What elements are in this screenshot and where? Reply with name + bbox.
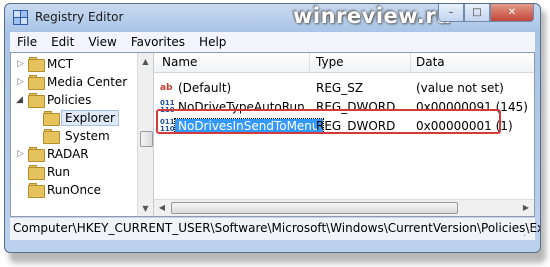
tree-item-media-center[interactable]: ▷ Media Center [11, 74, 137, 92]
tree-item-label: RADAR [47, 147, 89, 161]
client-area: ▷ MCT ▷ Media Center ◢ Policies Explorer… [10, 52, 535, 217]
resize-grip-icon[interactable]: ⋰ [523, 227, 533, 238]
string-value-icon: ab [160, 83, 173, 93]
open-folder-icon [28, 93, 45, 108]
value-name: (Default) [178, 81, 232, 95]
values-list: Name Type Data ab (Default) REG_SZ (valu… [154, 53, 534, 216]
menu-view[interactable]: View [81, 35, 123, 49]
folder-icon [28, 183, 45, 198]
menu-favorites[interactable]: Favorites [124, 35, 192, 49]
value-type: REG_SZ [316, 81, 364, 95]
menu-edit[interactable]: Edit [44, 35, 81, 49]
tree-item-policies[interactable]: ◢ Policies [11, 92, 137, 110]
value-data: (value not set) [416, 81, 504, 95]
tree-item-system[interactable]: System [11, 128, 137, 146]
registry-editor-window: Registry Editor winreview.ru – □ ✕ File … [4, 3, 541, 253]
expand-arrow-icon[interactable]: ▷ [17, 149, 24, 159]
registry-tree: ▷ MCT ▷ Media Center ◢ Policies Explorer… [11, 53, 154, 216]
tree-item-label: System [65, 129, 110, 143]
maximize-button[interactable]: □ [464, 4, 490, 22]
values-horizontal-scrollbar[interactable]: ◀ ▶ [154, 199, 534, 216]
status-bar: Computer\HKEY_CURRENT_USER\Software\Micr… [10, 217, 540, 240]
menu-help[interactable]: Help [192, 35, 233, 49]
tree-item-radar[interactable]: ▷ RADAR [11, 146, 137, 164]
value-row-default[interactable]: ab (Default) REG_SZ (value not set) [154, 79, 534, 98]
minimize-button[interactable]: – [438, 4, 464, 22]
highlight-box [156, 109, 501, 134]
scroll-thumb[interactable] [140, 131, 153, 147]
tree-item-label: MCT [47, 57, 74, 71]
window-controls: – □ ✕ [438, 4, 534, 24]
tree-item-label: Run [47, 165, 71, 179]
tree-item-label: Policies [47, 93, 92, 107]
tree-item-label: Explorer [61, 110, 119, 126]
tree-item-run[interactable]: Run [11, 164, 137, 182]
title-bar[interactable]: Registry Editor winreview.ru – □ ✕ [5, 4, 540, 32]
tree-item-runonce[interactable]: RunOnce [11, 182, 137, 200]
tree-item-label: RunOnce [47, 183, 102, 197]
folder-icon [28, 57, 45, 72]
status-path: Computer\HKEY_CURRENT_USER\Software\Micr… [13, 221, 541, 235]
column-header: Name Type Data [154, 53, 534, 73]
tree-item-mct[interactable]: ▷ MCT [11, 56, 137, 74]
folder-icon [28, 75, 45, 90]
tree-item-label: Media Center [47, 75, 128, 89]
folder-icon [43, 129, 60, 144]
tree-item-explorer[interactable]: Explorer [11, 110, 137, 128]
scroll-right-icon[interactable]: ▶ [518, 200, 534, 215]
folder-icon [28, 147, 45, 162]
column-name[interactable]: Name [162, 55, 197, 69]
watermark: winreview.ru [293, 4, 452, 28]
menu-file[interactable]: File [10, 35, 44, 49]
expand-arrow-icon[interactable]: ▷ [17, 77, 24, 87]
expand-arrow-icon[interactable]: ▷ [17, 59, 24, 69]
collapse-arrow-icon[interactable]: ◢ [16, 95, 23, 105]
scroll-down-icon[interactable]: ▼ [138, 200, 153, 216]
close-button[interactable]: ✕ [490, 4, 534, 22]
registry-editor-icon [13, 10, 29, 26]
column-data[interactable]: Data [416, 55, 445, 69]
window-title: Registry Editor [35, 10, 124, 24]
menu-bar: File Edit View Favorites Help [10, 32, 535, 53]
scroll-left-icon[interactable]: ◀ [154, 200, 170, 215]
open-folder-icon [43, 111, 60, 126]
column-type[interactable]: Type [316, 55, 344, 69]
tree-vertical-scrollbar[interactable]: ▲ ▼ [137, 53, 153, 216]
scroll-thumb[interactable] [171, 202, 458, 214]
scroll-up-icon[interactable]: ▲ [138, 53, 153, 69]
folder-icon [28, 165, 45, 180]
